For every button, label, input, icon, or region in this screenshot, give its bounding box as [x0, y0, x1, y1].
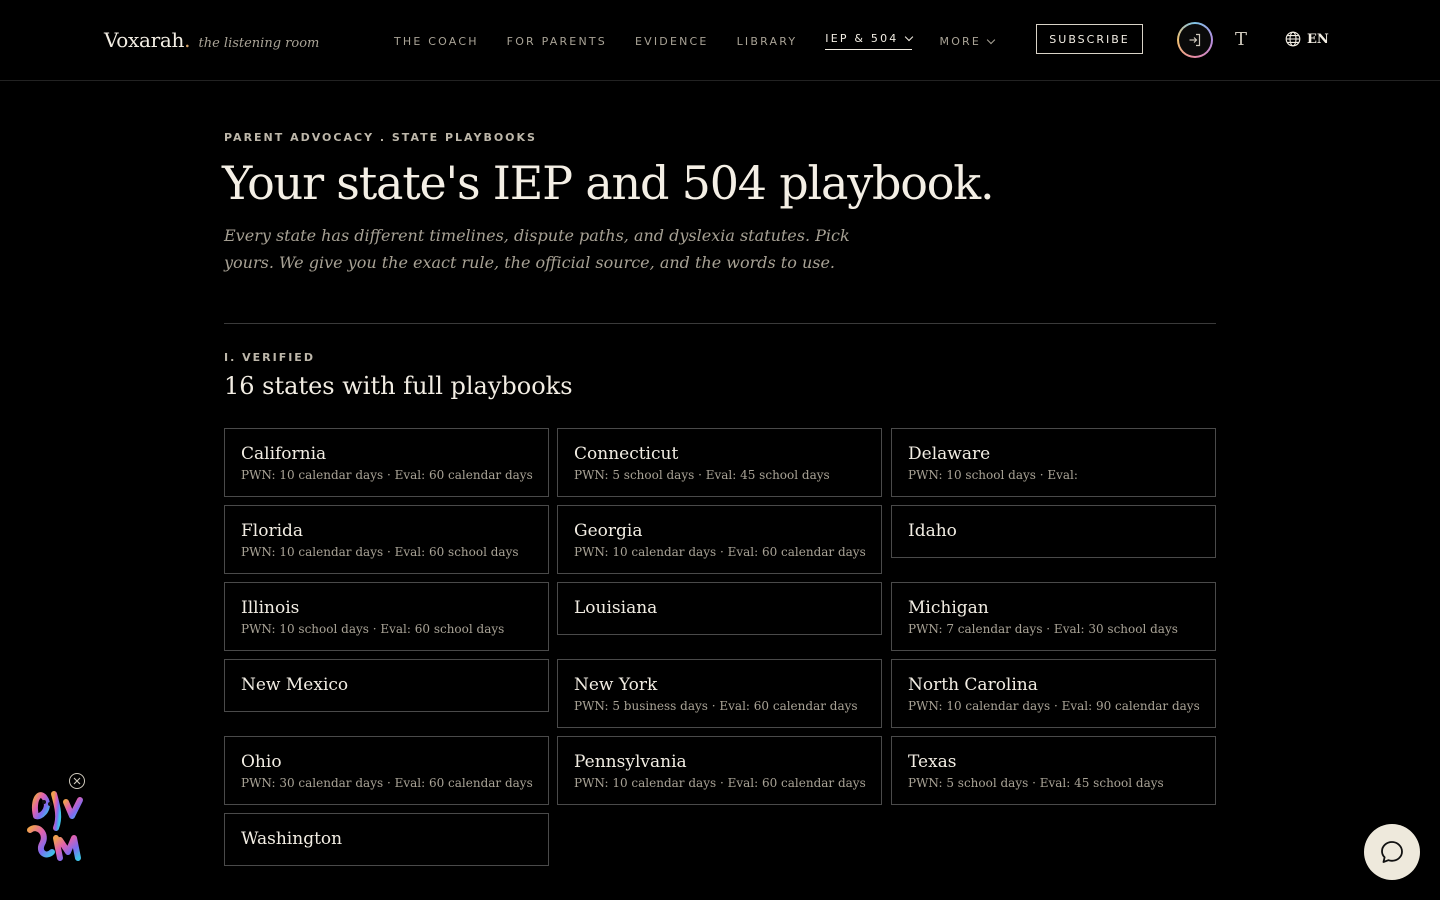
chevron-down-icon [904, 32, 913, 41]
nav-item-label: EVIDENCE [634, 35, 709, 48]
state-timelines: PWN: 10 calendar days · Eval: 60 calenda… [574, 776, 866, 790]
state-card-ohio[interactable]: Ohio PWN: 30 calendar days · Eval: 60 cal… [224, 736, 549, 805]
mascot-icon[interactable] [22, 778, 92, 864]
state-name: Texas [908, 752, 957, 772]
page-title: Your state's IEP and 504 playbook. [222, 156, 995, 210]
login-icon [1189, 33, 1201, 47]
state-name: New York [574, 675, 658, 695]
state-card-georgia[interactable]: Georgia PWN: 10 calendar days · Eval: 60 … [557, 505, 882, 574]
state-timelines: PWN: 5 school days · Eval: 45 school day… [574, 468, 830, 482]
chevron-down-icon [986, 35, 996, 44]
brand-name: Voxarah [104, 28, 185, 52]
state-name: Louisiana [574, 598, 658, 618]
state-card-pennsylvania[interactable]: Pennsylvania PWN: 10 calendar days · Eval… [557, 736, 882, 805]
state-card-delaware[interactable]: Delaware PWN: 10 school days · Eval: [891, 428, 1216, 497]
nav-item-for-parents[interactable]: FOR PARENTS [507, 33, 607, 50]
state-card-north-carolina[interactable]: North Carolina PWN: 10 calendar days · Ev… [891, 659, 1216, 728]
globe-icon [1285, 31, 1301, 47]
state-timelines: PWN: 5 school days · Eval: 45 school day… [908, 776, 1164, 790]
state-card-michigan[interactable]: Michigan PWN: 7 calendar days · Eval: 30 … [891, 582, 1216, 651]
state-name: Florida [241, 521, 304, 541]
nav-item-library[interactable]: LIBRARY [737, 33, 798, 50]
state-name: Michigan [908, 598, 989, 618]
state-name: Idaho [908, 521, 957, 541]
state-timelines: PWN: 10 school days · Eval: 60 school da… [241, 622, 505, 636]
state-card-connecticut[interactable]: Connecticut PWN: 5 school days · Eval: 45… [557, 428, 882, 497]
state-name: Washington [241, 829, 343, 849]
state-card-louisiana[interactable]: Louisiana [557, 582, 882, 635]
nav-item-the-coach[interactable]: THE COACH [394, 33, 479, 50]
nav-item-label: MORE [939, 35, 982, 48]
site-header: Voxarah. the listening room THE COACH FOR… [0, 0, 1440, 81]
state-timelines: PWN: 30 calendar days · Eval: 60 calenda… [241, 776, 533, 790]
nav-item-label: IEP & 504 [825, 32, 899, 45]
subscribe-button[interactable]: SUBSCRIBE [1036, 24, 1143, 54]
nav-item-evidence[interactable]: EVIDENCE [635, 33, 709, 50]
state-name: Ohio [241, 752, 282, 772]
state-card-washington[interactable]: Washington [224, 813, 549, 866]
state-timelines: PWN: 10 calendar days · Eval: 90 calenda… [908, 699, 1200, 713]
state-timelines: PWN: 10 calendar days · Eval: 60 calenda… [574, 545, 866, 559]
state-timelines: PWN: 10 calendar days · Eval: 60 school … [241, 545, 519, 559]
state-timelines: PWN: 10 school days · Eval: [908, 468, 1078, 482]
mascot-close-button[interactable] [69, 773, 85, 789]
hero-intro: Every state has different timelines, dis… [224, 226, 850, 272]
state-timelines: PWN: 5 business days · Eval: 60 calendar… [574, 699, 858, 713]
state-name: Pennsylvania [574, 752, 687, 772]
close-icon [73, 777, 81, 785]
state-timelines: PWN: 7 calendar days · Eval: 30 school d… [908, 622, 1178, 636]
section-title: 16 states with full playbooks [224, 372, 573, 400]
state-name: New Mexico [241, 675, 349, 695]
main-nav: THE COACH FOR PARENTS EVIDENCE LIBRARY IEP &… [394, 32, 1022, 50]
state-name: California [241, 444, 327, 464]
state-card-new-mexico[interactable]: New Mexico [224, 659, 549, 712]
login-button[interactable] [1177, 22, 1213, 58]
state-name: Georgia [574, 521, 643, 541]
section-divider [224, 323, 1216, 324]
chat-bubble-icon [1381, 841, 1403, 863]
nav-item-iep-504[interactable]: IEP & 504 [825, 32, 913, 50]
section-eyebrow: I. VERIFIED [224, 351, 315, 364]
text-size-button[interactable]: T [1235, 29, 1247, 50]
brand-dot: . [184, 28, 191, 52]
language-selector[interactable]: EN [1285, 31, 1329, 47]
state-card-new-york[interactable]: New York PWN: 5 business days · Eval: 60 … [557, 659, 882, 728]
state-card-california[interactable]: California PWN: 10 calendar days · Eval: … [224, 428, 549, 497]
nav-item-label: FOR PARENTS [506, 35, 607, 48]
nav-item-label: THE COACH [394, 35, 479, 48]
state-name: Illinois [241, 598, 300, 618]
state-card-idaho[interactable]: Idaho [891, 505, 1216, 558]
state-card-florida[interactable]: Florida PWN: 10 calendar days · Eval: 60 … [224, 505, 549, 574]
nav-item-more[interactable]: MORE [939, 33, 996, 50]
hero-eyebrow: PARENT ADVOCACY . STATE PLAYBOOKS [224, 131, 537, 144]
state-name: Connecticut [574, 444, 679, 464]
site-logo[interactable]: Voxarah. the listening room [104, 28, 319, 52]
state-name: North Carolina [908, 675, 1038, 695]
brand-tagline: the listening room [198, 36, 320, 51]
state-card-texas[interactable]: Texas PWN: 5 school days · Eval: 45 schoo… [891, 736, 1216, 805]
chat-button[interactable] [1364, 824, 1420, 880]
language-label: EN [1307, 31, 1329, 47]
nav-item-label: LIBRARY [736, 35, 798, 48]
state-name: Delaware [908, 444, 991, 464]
state-timelines: PWN: 10 calendar days · Eval: 60 calenda… [241, 468, 533, 482]
state-card-illinois[interactable]: Illinois PWN: 10 school days · Eval: 60 s… [224, 582, 549, 651]
